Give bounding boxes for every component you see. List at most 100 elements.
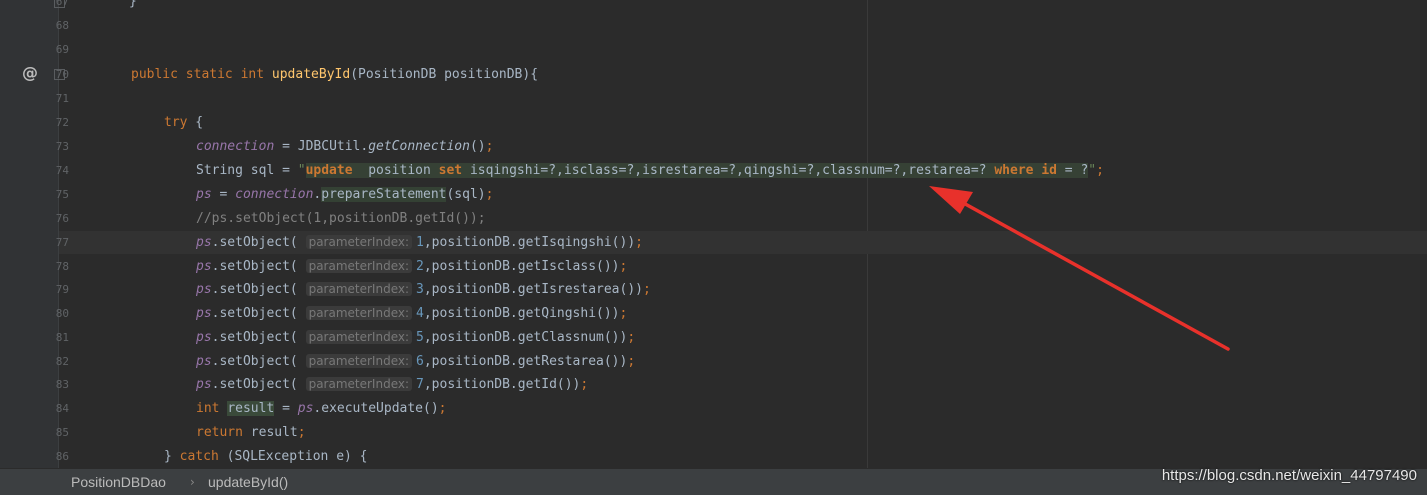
code-line[interactable]: 67 } bbox=[56, 0, 1427, 13]
code-fragment: ,positionDB.getIsclass()) bbox=[423, 258, 620, 274]
line-number: 70 bbox=[55, 68, 69, 81]
setobject-call: ps.setObject( parameterIndex: 4,positionD… bbox=[196, 302, 627, 325]
line-number: 73 bbox=[55, 140, 69, 153]
semicolon: ; bbox=[580, 377, 589, 393]
code-line[interactable]: 68 bbox=[56, 14, 1427, 37]
code-line[interactable]: 83 ps.setObject( parameterIndex: 7,positio… bbox=[56, 373, 1427, 396]
sql-keyword: set bbox=[438, 163, 463, 178]
method-name: updateById bbox=[271, 67, 351, 82]
code-line[interactable]: 76 //ps.setObject(1,positionDB.getId()); bbox=[56, 207, 1427, 230]
code-fragment: ,positionDB.getIsrestarea()) bbox=[423, 282, 643, 298]
code-line[interactable]: 70 public static int updateById(Position… bbox=[56, 63, 1427, 86]
field-ps: ps bbox=[196, 187, 212, 202]
code-editor[interactable]: @ 67 } 68 69 70 public static int update… bbox=[0, 0, 1427, 468]
code-line[interactable]: 82 ps.setObject( parameterIndex: 6,positio… bbox=[56, 350, 1427, 373]
code-fragment: .setObject( bbox=[211, 377, 306, 393]
code-line[interactable]: 73 connection = JDBCUtil.getConnection()… bbox=[56, 135, 1427, 158]
highlighted-call: prepareStatement bbox=[321, 187, 447, 202]
comment-line: //ps.setObject(1,positionDB.getId()); bbox=[196, 211, 486, 226]
watermark-text: https://blog.csdn.net/weixin_44797490 bbox=[1161, 467, 1417, 484]
return-statement: return result; bbox=[196, 421, 306, 444]
breadcrumb-method[interactable]: updateById() bbox=[208, 469, 288, 495]
code-fragment: = bbox=[274, 401, 298, 416]
code-fragment: .setObject( bbox=[211, 306, 306, 322]
sql-keyword: where bbox=[994, 163, 1034, 178]
code-line[interactable]: 84 int result = ps.executeUpdate(); bbox=[56, 397, 1427, 420]
semicolon: ; bbox=[485, 187, 494, 202]
code-line[interactable]: 74 String sql = "update position set isq… bbox=[56, 159, 1427, 182]
semicolon: ; bbox=[635, 235, 643, 250]
code-fragment: .setObject( bbox=[211, 258, 306, 274]
field-ps: ps bbox=[196, 306, 212, 322]
parameter-hint: parameterIndex: bbox=[305, 258, 413, 273]
code-fragment: ,positionDB.getClassnum()) bbox=[423, 329, 628, 345]
line-number: 77 bbox=[55, 236, 69, 249]
setobject-call: ps.setObject( parameterIndex: 7,positionD… bbox=[196, 373, 588, 396]
code-text: } bbox=[129, 0, 137, 9]
keyword-int: int bbox=[240, 67, 265, 82]
code-line[interactable]: 86 } catch (SQLException e) { bbox=[56, 445, 1427, 468]
code-fragment: ,positionDB.getRestarea()) bbox=[423, 353, 628, 369]
number-literal: 3 bbox=[416, 282, 424, 298]
line-number: 83 bbox=[55, 378, 69, 392]
override-at-icon[interactable]: @ bbox=[22, 63, 38, 82]
line-number-gutter bbox=[0, 0, 12, 468]
line-number: 71 bbox=[55, 92, 69, 105]
parameter-hint: parameterIndex: bbox=[305, 306, 413, 321]
code-fragment: ,positionDB.getQingshi()) bbox=[423, 306, 620, 322]
setobject-call: ps.setObject( parameterIndex: 6,positionD… bbox=[196, 350, 635, 373]
line-number: 78 bbox=[55, 259, 69, 273]
line-number: 79 bbox=[55, 283, 69, 297]
semicolon: ; bbox=[619, 258, 628, 274]
line-number: 68 bbox=[55, 19, 69, 32]
line-number: 72 bbox=[55, 116, 69, 129]
setobject-call: ps.setObject( parameterIndex: 3,positionD… bbox=[196, 278, 651, 301]
code-line[interactable]: 81 ps.setObject( parameterIndex: 5,positio… bbox=[56, 326, 1427, 349]
code-line[interactable]: 85 return result; bbox=[56, 421, 1427, 444]
parameter-hint: parameterIndex: bbox=[305, 377, 413, 392]
keyword-public: public bbox=[131, 67, 178, 82]
sql-keyword: id bbox=[1041, 163, 1057, 178]
line-number: 67 bbox=[55, 0, 69, 8]
code-fragment: () bbox=[469, 139, 486, 154]
code-line[interactable]: 79 ps.setObject( parameterIndex: 3,positio… bbox=[56, 278, 1427, 301]
field-ps: ps bbox=[196, 353, 212, 369]
setobject-call: ps.setObject( parameterIndex: 2,positionD… bbox=[196, 255, 627, 278]
code-fragment: result bbox=[242, 425, 298, 440]
semicolon: ; bbox=[438, 401, 447, 416]
parameter-hint: parameterIndex: bbox=[305, 235, 413, 249]
execute-statement: int result = ps.executeUpdate(); bbox=[196, 397, 446, 420]
code-line[interactable]: 71 bbox=[56, 87, 1427, 110]
semicolon: ; bbox=[1096, 163, 1104, 178]
field-ps: ps bbox=[196, 235, 212, 250]
code-line[interactable]: 80 ps.setObject( parameterIndex: 4,positio… bbox=[56, 302, 1427, 325]
line-number: 86 bbox=[55, 450, 69, 463]
code-line[interactable]: 78 ps.setObject( parameterIndex: 2,positio… bbox=[56, 255, 1427, 278]
code-fragment: .setObject( bbox=[211, 282, 306, 298]
code-line[interactable]: 77 ps.setObject( parameterIndex: 1,positio… bbox=[56, 231, 1427, 254]
keyword-return: return bbox=[196, 425, 243, 440]
code-fragment: .setObject( bbox=[211, 353, 306, 369]
field-ps: ps bbox=[297, 401, 314, 416]
code-fragment: } bbox=[164, 449, 180, 464]
code-line[interactable]: 72 try { bbox=[56, 111, 1427, 134]
string-quote: " bbox=[297, 163, 306, 178]
code-line[interactable]: 69 bbox=[56, 38, 1427, 61]
sql-text: isqingshi=?,isclass=?,isrestarea=?,qings… bbox=[462, 163, 995, 178]
code-fragment: (sql) bbox=[446, 187, 486, 202]
keyword-try: try bbox=[164, 115, 188, 130]
code-line[interactable]: 75 ps = connection.prepareStatement(sql)… bbox=[56, 183, 1427, 206]
number-literal: 2 bbox=[416, 258, 424, 274]
field-connection: connection bbox=[235, 187, 314, 202]
code-fragment: String sql = bbox=[196, 163, 298, 178]
line-number: 69 bbox=[55, 43, 69, 56]
code-fragment: = bbox=[211, 187, 236, 202]
code-fragment: .setObject( bbox=[211, 235, 306, 250]
field-ps: ps bbox=[196, 258, 212, 274]
semicolon: ; bbox=[627, 329, 636, 345]
brace: { bbox=[187, 115, 204, 130]
line-number: 74 bbox=[55, 164, 69, 177]
breadcrumb-class[interactable]: PositionDBDao bbox=[71, 469, 166, 495]
keyword-catch: catch bbox=[179, 449, 219, 464]
number-literal: 1 bbox=[416, 235, 424, 250]
